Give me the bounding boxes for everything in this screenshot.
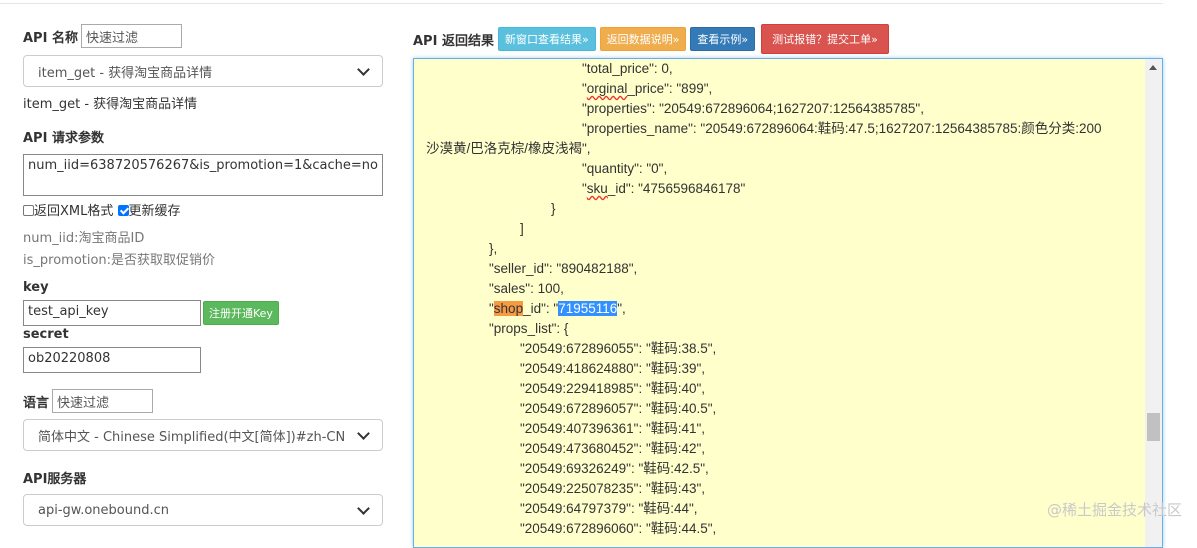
key-input[interactable]: test_api_key xyxy=(23,300,201,326)
new-window-button[interactable]: 新窗口查看结果» xyxy=(497,27,596,51)
server-select[interactable]: api-gw.onebound.cn xyxy=(23,494,383,526)
selected-text: 71955116 xyxy=(558,301,618,316)
api-name-label: API 名称 xyxy=(23,30,78,46)
code-line: "20549:672896060": "鞋码:44.5", xyxy=(520,521,717,536)
search-highlight: shop xyxy=(493,301,524,316)
code-line: "sku_id": "4756596846178" xyxy=(582,181,746,196)
key-row: test_api_key 注册开通Key xyxy=(23,300,385,326)
api-filter-input[interactable]: 快速过滤 xyxy=(80,24,182,48)
lang-label: 语言 xyxy=(23,395,50,411)
secret-input[interactable]: ob20220808 xyxy=(23,347,201,373)
code-line: "seller_id": "890482188", xyxy=(489,261,638,276)
chevron-down-icon xyxy=(357,501,370,515)
lang-select-value: 简体中文 - Chinese Simplified(中文[简体])#zh-CN xyxy=(38,429,346,445)
api-select-value: item_get - 获得淘宝商品详情 xyxy=(38,65,213,81)
options-row: 返回XML格式 更新缓存 xyxy=(23,200,385,219)
code-line: "20549:407396361": "鞋码:41", xyxy=(520,421,706,436)
code-line: "props_list": { xyxy=(489,321,569,336)
xml-checkbox-label: 返回XML格式 xyxy=(34,204,114,219)
result-header: API 返回结果 新窗口查看结果» 返回数据说明» 查看示例» 测试报错？提交工… xyxy=(413,24,893,54)
code-line: "properties": "20549:672896064;1627207:1… xyxy=(582,101,924,116)
code-fragment: _id": " xyxy=(523,301,559,316)
lang-select[interactable]: 简体中文 - Chinese Simplified(中文[简体])#zh-CN xyxy=(23,419,383,451)
result-label: API 返回结果 xyxy=(413,33,494,49)
code-line: ] xyxy=(520,221,524,236)
key-value: test_api_key xyxy=(28,304,109,319)
code-line: "quantity": "0", xyxy=(582,161,668,176)
server-label: API服务器 xyxy=(23,472,87,487)
params-value: num_iid=638720576267&is_promotion=1&cach… xyxy=(28,158,378,173)
spellcheck-word: orginal xyxy=(586,81,628,96)
register-key-button[interactable]: 注册开通Key xyxy=(203,301,279,325)
code-fragment: ", xyxy=(617,301,626,316)
xml-checkbox[interactable] xyxy=(23,205,34,216)
lang-filter-input[interactable]: 快速过滤 xyxy=(52,389,154,413)
code-line: "20549:418624880": "鞋码:39", xyxy=(520,361,706,376)
code-line-shop-id: "shop_id": "71955116", xyxy=(489,299,626,319)
scroll-up-icon[interactable] xyxy=(1149,65,1157,70)
param-help-1: num_iid:淘宝商品ID xyxy=(23,231,145,246)
cache-checkbox-label: 更新缓存 xyxy=(128,204,181,219)
code-line: "properties_name": "20549:672896064:鞋码:4… xyxy=(582,121,1102,136)
code-line: "20549:229418985": "鞋码:40", xyxy=(520,381,706,396)
report-error-button[interactable]: 测试报错？提交工单» xyxy=(761,24,889,54)
data-doc-button[interactable]: 返回数据说明» xyxy=(599,27,687,51)
code-line: "20549:69326249": "鞋码:42.5", xyxy=(520,461,709,476)
code-line: "20549:225078235": "鞋码:43", xyxy=(520,481,706,496)
code-line: }, xyxy=(489,241,498,256)
code-line: "sales": 100, xyxy=(489,281,564,296)
code-line: "total_price": 0, xyxy=(582,61,673,76)
params-label: API 请求参数 xyxy=(23,131,104,146)
api-description: item_get - 获得淘宝商品详情 xyxy=(23,97,198,112)
param-help-2: is_promotion:是否获取取促销价 xyxy=(23,253,216,268)
code-line: "20549:672896055": "鞋码:38.5", xyxy=(520,341,717,356)
result-textarea[interactable]: "total_price": 0, "orginal_price": "899"… xyxy=(413,58,1163,548)
chevron-down-icon xyxy=(357,62,370,76)
api-name-row: API 名称 快速过滤 xyxy=(23,22,385,50)
watermark: @稀土掘金技术社区 xyxy=(1046,501,1182,519)
params-textarea[interactable]: num_iid=638720576267&is_promotion=1&cach… xyxy=(23,154,383,196)
top-divider xyxy=(0,3,1163,4)
left-panel: API 名称 快速过滤 item_get - 获得淘宝商品详情 item_get… xyxy=(23,22,385,526)
result-code: "total_price": 0, "orginal_price": "899"… xyxy=(414,59,1145,547)
code-line: } xyxy=(551,201,556,216)
cache-checkbox[interactable] xyxy=(117,205,129,216)
scrollbar-thumb[interactable] xyxy=(1147,413,1160,441)
example-button[interactable]: 查看示例» xyxy=(690,27,756,51)
vertical-scrollbar[interactable] xyxy=(1145,59,1162,547)
api-filter-placeholder: 快速过滤 xyxy=(85,30,138,46)
code-line: "20549:672896057": "鞋码:40.5", xyxy=(520,401,717,416)
code-line: "20549:473680452": "鞋码:42", xyxy=(520,441,706,456)
server-select-value: api-gw.onebound.cn xyxy=(38,502,169,518)
secret-label: secret xyxy=(23,327,69,342)
lang-filter-placeholder: 快速过滤 xyxy=(57,395,110,411)
code-line: 沙漠黄/巴洛克棕/橡皮浅褐", xyxy=(426,141,591,156)
spellcheck-word: sku xyxy=(586,181,608,196)
lang-row: 语言 快速过滤 xyxy=(23,388,385,414)
api-select[interactable]: item_get - 获得淘宝商品详情 xyxy=(23,55,383,87)
secret-value: ob20220808 xyxy=(28,351,111,366)
key-label: key xyxy=(23,280,49,295)
code-line: "orginal_price": "899", xyxy=(582,81,713,96)
chevron-down-icon xyxy=(357,426,370,440)
code-line: "20549:64797379": "鞋码:44", xyxy=(520,501,698,516)
